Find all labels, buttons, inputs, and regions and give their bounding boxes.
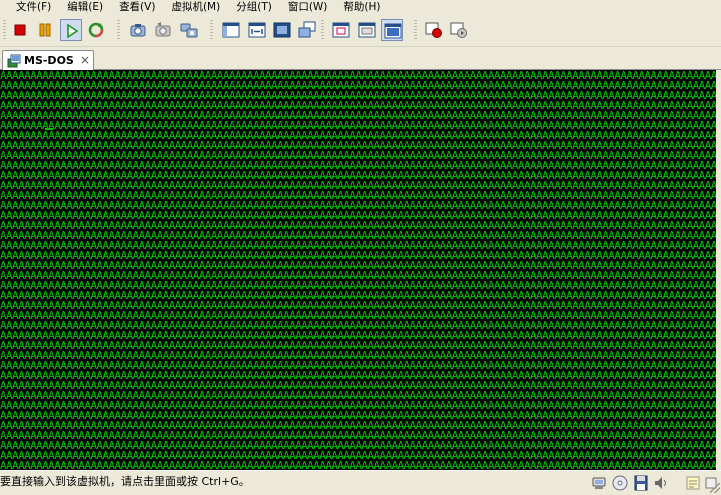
tab-bar: MS-DOS ×: [0, 47, 721, 70]
power-off-icon: [14, 24, 26, 36]
power-on-button[interactable]: [60, 19, 82, 41]
menu-window[interactable]: 窗口(W): [280, 0, 336, 15]
close-icon[interactable]: ×: [80, 52, 90, 68]
quick-switch-button[interactable]: [296, 19, 318, 41]
cdrom-device-button[interactable]: [611, 474, 629, 492]
status-message: 要直接输入到该虚拟机，请点击里面或按 Ctrl+G。: [0, 475, 250, 488]
console-view-icon: [358, 22, 376, 38]
power-off-button[interactable]: [9, 19, 31, 41]
network-device-button[interactable]: [590, 474, 608, 492]
menu-bar: 文件(F) 编辑(E) 查看(V) 虚拟机(M) 分组(T) 窗口(W) 帮助(…: [0, 0, 721, 15]
record-button[interactable]: [423, 19, 445, 41]
cdrom-icon: [612, 475, 628, 491]
floppy-icon: [634, 475, 648, 491]
snapshot-icon: [130, 24, 146, 37]
full-screen-button[interactable]: [271, 19, 293, 41]
toolbar-grip[interactable]: [321, 20, 324, 40]
sound-icon: [655, 477, 666, 489]
menu-vm[interactable]: 虚拟机(M): [163, 0, 228, 15]
snapshot-manager-icon: [180, 23, 198, 38]
menu-file[interactable]: 文件(F): [0, 0, 59, 15]
toolbar-grip[interactable]: [414, 20, 417, 40]
menu-team[interactable]: 分组(T): [228, 0, 280, 15]
toolbar-grip[interactable]: [210, 20, 213, 40]
menu-edit[interactable]: 编辑(E): [59, 0, 111, 15]
reset-icon: [88, 22, 104, 38]
reset-button[interactable]: [85, 19, 107, 41]
vm-icon: [7, 54, 21, 68]
message-log-button[interactable]: [684, 474, 702, 492]
toolbar-grip[interactable]: [117, 20, 120, 40]
console-active-button[interactable]: [381, 19, 403, 41]
vm-console-screen[interactable]: AAAAAAAAAAAAAAAAAAAAAAAAAAAAAAAAAAAAAAAA…: [0, 70, 716, 470]
message-log-icon: [686, 476, 700, 490]
power-on-icon: [67, 23, 79, 39]
summary-view-button[interactable]: [330, 19, 352, 41]
snapshot-manager-button[interactable]: [178, 19, 200, 41]
menu-help[interactable]: 帮助(H): [335, 0, 388, 15]
suspend-icon: [39, 23, 51, 37]
revert-snapshot-icon: [155, 22, 171, 37]
console-view-button[interactable]: [356, 19, 378, 41]
suspend-button[interactable]: [34, 19, 56, 41]
floppy-device-button[interactable]: [632, 474, 650, 492]
revert-snapshot-button[interactable]: [152, 19, 174, 41]
console-active-icon: [384, 23, 402, 39]
toolbar: [0, 15, 721, 47]
quick-switch-icon: [298, 21, 316, 38]
tab-label: MS-DOS: [24, 54, 74, 67]
replay-button[interactable]: [448, 19, 470, 41]
fit-window-button[interactable]: [246, 19, 268, 41]
tab-ms-dos[interactable]: MS-DOS ×: [2, 50, 94, 70]
resize-grip[interactable]: [710, 483, 720, 493]
normal-view-button[interactable]: [220, 19, 242, 41]
menu-view[interactable]: 查看(V): [111, 0, 163, 15]
sound-device-button[interactable]: [652, 474, 670, 492]
console-text: AAAAAAAAAAAAAAAAAAAAAAAAAAAAAAAAAAAAAAAA…: [0, 70, 716, 470]
normal-view-icon: [222, 22, 240, 38]
replay-icon: [450, 22, 467, 38]
full-screen-icon: [273, 22, 291, 38]
fit-window-icon: [248, 22, 266, 38]
network-icon: [592, 477, 606, 489]
status-bar: 要直接输入到该虚拟机，请点击里面或按 Ctrl+G。: [0, 470, 721, 494]
snapshot-button[interactable]: [127, 19, 149, 41]
toolbar-grip[interactable]: [3, 20, 6, 40]
text-cursor: [45, 128, 53, 130]
summary-view-icon: [332, 22, 350, 38]
record-icon: [425, 22, 442, 38]
